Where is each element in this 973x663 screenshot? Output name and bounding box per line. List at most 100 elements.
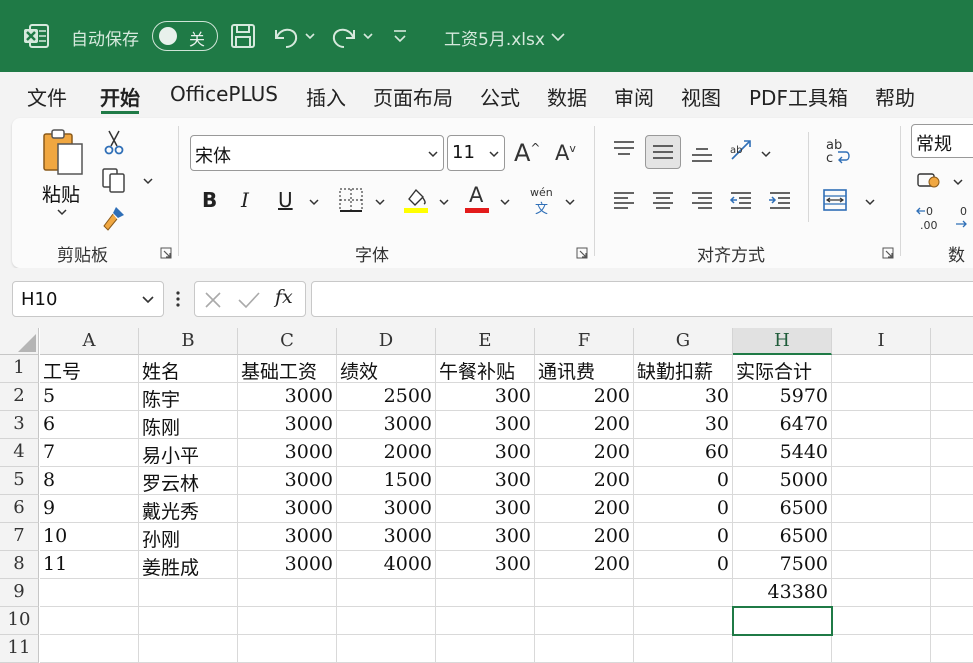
borders-icon[interactable] [338, 187, 364, 213]
align-right-icon[interactable] [690, 190, 714, 210]
column-header-i[interactable]: I [832, 328, 931, 355]
cell-h7[interactable]: 6500 [733, 523, 832, 551]
formula-input[interactable] [311, 281, 973, 317]
more-options-icon[interactable] [173, 288, 183, 310]
cell-g10[interactable] [634, 607, 733, 635]
cell-a11[interactable] [40, 635, 139, 663]
cell-h8[interactable]: 7500 [733, 551, 832, 579]
cell-i6[interactable] [832, 495, 931, 523]
font-color-chevron-down-icon[interactable] [499, 196, 511, 208]
cancel-entry-icon[interactable] [203, 290, 223, 310]
name-box[interactable]: H10 [12, 281, 164, 317]
customize-quick-access-icon[interactable] [390, 22, 410, 50]
row-header[interactable]: 7 [0, 523, 39, 551]
row-header[interactable]: 10 [0, 607, 39, 635]
copy-icon[interactable] [100, 166, 128, 194]
merge-center-icon[interactable] [822, 188, 848, 212]
cell-f9[interactable] [535, 579, 634, 607]
cell-f3[interactable]: 200 [535, 411, 634, 439]
cell-overflow[interactable] [931, 523, 973, 551]
cell-c2[interactable]: 3000 [238, 383, 337, 411]
cell-b10[interactable] [139, 607, 238, 635]
column-header-h[interactable]: H [733, 328, 832, 355]
cell-c6[interactable]: 3000 [238, 495, 337, 523]
cell-e4[interactable]: 300 [436, 439, 535, 467]
save-icon[interactable] [229, 22, 257, 50]
paste-chevron-down-icon[interactable] [56, 206, 68, 218]
cell-a9[interactable] [40, 579, 139, 607]
format-painter-icon[interactable] [100, 204, 128, 232]
cell-c1[interactable]: 基础工资 [238, 355, 337, 383]
merge-chevron-down-icon[interactable] [864, 196, 876, 208]
cell-overflow[interactable] [931, 635, 973, 663]
cell-d6[interactable]: 3000 [337, 495, 436, 523]
cell-c4[interactable]: 3000 [238, 439, 337, 467]
decrease-font-size-icon[interactable]: Av [555, 141, 576, 165]
cell-b8[interactable]: 姜胜成 [139, 551, 238, 579]
cell-overflow[interactable] [931, 355, 973, 383]
cell-overflow[interactable] [931, 579, 973, 607]
cell-f7[interactable]: 200 [535, 523, 634, 551]
redo-icon[interactable] [328, 22, 374, 50]
cell-i11[interactable] [832, 635, 931, 663]
cell-h6[interactable]: 6500 [733, 495, 832, 523]
cell-a1[interactable]: 工号 [40, 355, 139, 383]
cell-f10[interactable] [535, 607, 634, 635]
paste-icon[interactable] [40, 128, 88, 178]
cell-f6[interactable]: 200 [535, 495, 634, 523]
cell-g6[interactable]: 0 [634, 495, 733, 523]
cell-f1[interactable]: 通讯费 [535, 355, 634, 383]
cell-b7[interactable]: 孙刚 [139, 523, 238, 551]
orientation-chevron-down-icon[interactable] [760, 148, 772, 160]
cell-e9[interactable] [436, 579, 535, 607]
cell-h9[interactable]: 43380 [733, 579, 832, 607]
italic-button[interactable]: I [241, 188, 249, 212]
font-size-chevron-down-icon[interactable] [488, 148, 500, 160]
row-header[interactable]: 5 [0, 467, 39, 495]
cell-f4[interactable]: 200 [535, 439, 634, 467]
cell-e11[interactable] [436, 635, 535, 663]
font-color-icon[interactable]: A [464, 183, 490, 215]
column-header-e[interactable]: E [436, 328, 535, 355]
cell-e6[interactable]: 300 [436, 495, 535, 523]
cell-a3[interactable]: 6 [40, 411, 139, 439]
cell-h11[interactable] [733, 635, 832, 663]
cell-b2[interactable]: 陈宇 [139, 383, 238, 411]
title-chevron-down-icon[interactable] [549, 22, 567, 50]
underline-chevron-down-icon[interactable] [308, 196, 320, 208]
borders-chevron-down-icon[interactable] [374, 196, 386, 208]
phonetic-guide-icon[interactable]: wén 文 [528, 186, 558, 217]
cell-d2[interactable]: 2500 [337, 383, 436, 411]
tab-help[interactable]: 帮助 [875, 82, 915, 111]
cell-c11[interactable] [238, 635, 337, 663]
bold-button[interactable]: B [202, 188, 217, 212]
tab-data[interactable]: 数据 [547, 82, 587, 111]
cell-b3[interactable]: 陈刚 [139, 411, 238, 439]
accounting-chevron-down-icon[interactable] [952, 176, 964, 188]
select-all-corner[interactable] [0, 328, 39, 355]
orientation-icon[interactable]: ab [728, 137, 758, 165]
font-name-select[interactable]: 宋体 [190, 135, 444, 171]
middle-align-button[interactable] [645, 135, 681, 169]
cell-h2[interactable]: 5970 [733, 383, 832, 411]
cell-overflow[interactable] [931, 607, 973, 635]
column-header-overflow[interactable] [931, 328, 973, 355]
cell-c3[interactable]: 3000 [238, 411, 337, 439]
column-header-a[interactable]: A [40, 328, 139, 355]
row-header[interactable]: 9 [0, 579, 39, 607]
cell-d3[interactable]: 3000 [337, 411, 436, 439]
cell-e8[interactable]: 300 [436, 551, 535, 579]
cell-b11[interactable] [139, 635, 238, 663]
cell-d8[interactable]: 4000 [337, 551, 436, 579]
row-header[interactable]: 1 [0, 355, 39, 383]
cell-overflow[interactable] [931, 551, 973, 579]
clipboard-dialog-launcher-icon[interactable] [160, 247, 172, 259]
cell-b6[interactable]: 戴光秀 [139, 495, 238, 523]
autosave-toggle[interactable]: 关 [152, 21, 218, 51]
tab-formulas[interactable]: 公式 [480, 82, 520, 111]
row-header[interactable]: 6 [0, 495, 39, 523]
bottom-align-icon[interactable] [690, 143, 714, 165]
row-header[interactable]: 2 [0, 383, 39, 411]
font-size-select[interactable]: 11 [447, 135, 505, 171]
paste-label[interactable]: 粘贴 [42, 180, 80, 207]
